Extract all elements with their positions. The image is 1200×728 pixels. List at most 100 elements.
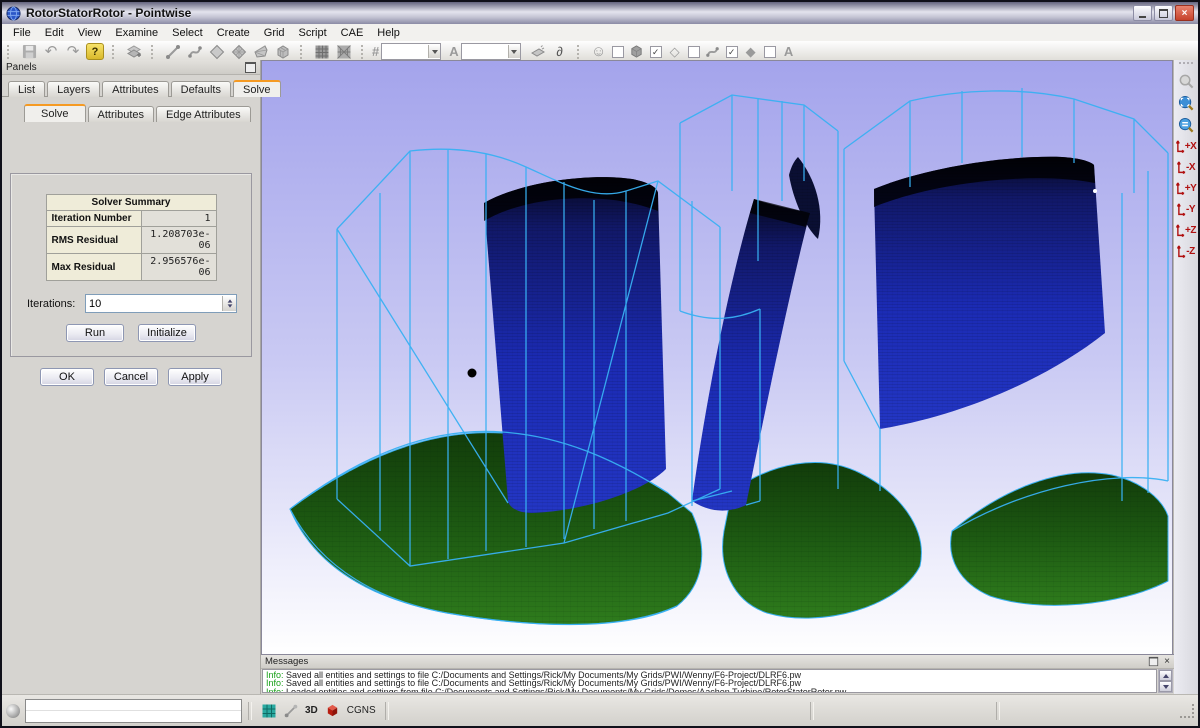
spacing-input[interactable]: [462, 46, 508, 58]
menu-cae[interactable]: CAE: [334, 26, 371, 40]
create-extrude-button[interactable]: [251, 43, 271, 61]
menu-view[interactable]: View: [71, 26, 109, 40]
tab-solve-edge-attributes[interactable]: Edge Attributes: [156, 106, 251, 122]
iterations-combo[interactable]: [85, 294, 237, 313]
tab-attributes[interactable]: Attributes: [102, 81, 168, 97]
iterations-dropdown[interactable]: [222, 296, 236, 311]
run-button[interactable]: Run: [66, 324, 124, 342]
dimension-combo[interactable]: [381, 43, 441, 60]
close-button[interactable]: ×: [1175, 5, 1194, 21]
show-connectors-checkbox[interactable]: [688, 46, 700, 58]
view-minus-z-button[interactable]: -Z: [1175, 242, 1197, 261]
unstructured-grid-button[interactable]: [334, 43, 354, 61]
tab-solve-attributes[interactable]: Attributes: [88, 106, 154, 122]
menu-script[interactable]: Script: [292, 26, 334, 40]
help-button[interactable]: ?: [85, 43, 105, 61]
max-residual-value: 2.956576e-06: [141, 254, 216, 281]
distribute-button[interactable]: [528, 43, 548, 61]
mask-button[interactable]: ☺: [589, 43, 609, 61]
zoom-to-fit-icon: [1178, 95, 1195, 112]
minimize-button[interactable]: [1133, 5, 1152, 21]
toolbar-drag-handle[interactable]: [112, 45, 117, 59]
structured-grid-button[interactable]: [312, 43, 332, 61]
close-panel-icon[interactable]: ×: [1164, 657, 1170, 666]
dimension-mode-label: 3D: [305, 705, 318, 716]
menu-examine[interactable]: Examine: [108, 26, 165, 40]
zoom-button[interactable]: [1176, 71, 1196, 91]
redo-button[interactable]: ↷: [63, 43, 83, 61]
create-block-button[interactable]: [273, 43, 293, 61]
3d-viewport[interactable]: [261, 60, 1173, 657]
check-icon: ✓: [652, 47, 660, 57]
panels-title-bar[interactable]: Panels: [2, 60, 260, 75]
layers-button[interactable]: [124, 43, 144, 61]
messages-scrollbar[interactable]: [1158, 669, 1173, 693]
toolbar-drag-handle[interactable]: [151, 45, 156, 59]
undo-button[interactable]: ↶: [41, 43, 61, 61]
iterations-label: Iterations:: [27, 298, 85, 310]
menu-edit[interactable]: Edit: [38, 26, 71, 40]
tab-solve[interactable]: Solve: [233, 80, 281, 97]
float-panel-icon[interactable]: [1149, 657, 1158, 666]
cancel-button[interactable]: Cancel: [104, 368, 158, 386]
toolbar-drag-handle[interactable]: [577, 45, 582, 59]
blocks-filter-button[interactable]: [627, 43, 647, 61]
menu-grid[interactable]: Grid: [257, 26, 292, 40]
log-line: Info: Loaded entities and settings from …: [266, 688, 1153, 693]
restore-button[interactable]: [1154, 5, 1173, 21]
spacings-filter-button[interactable]: A: [779, 43, 799, 61]
unstructured-grid-icon: [336, 44, 352, 60]
spacing-dropdown[interactable]: [508, 45, 520, 58]
spacing-combo[interactable]: [461, 43, 521, 60]
messages-header[interactable]: Messages ×: [261, 655, 1174, 669]
solver-summary-table: Solver Summary Iteration Number 1 RMS Re…: [46, 194, 217, 281]
menu-create[interactable]: Create: [210, 26, 257, 40]
status-readout-field: [25, 699, 242, 723]
apply-button[interactable]: Apply: [168, 368, 222, 386]
float-panel-icon[interactable]: [245, 62, 256, 73]
menu-file[interactable]: File: [6, 26, 38, 40]
initialize-button[interactable]: Initialize: [138, 324, 196, 342]
dimension-dropdown[interactable]: [428, 45, 440, 58]
dimension-input[interactable]: [382, 46, 428, 58]
view-minus-y-button[interactable]: -Y: [1175, 200, 1197, 219]
show-spacings-checkbox[interactable]: [764, 46, 776, 58]
toolbar-drag-handle[interactable]: [361, 45, 366, 59]
tab-defaults[interactable]: Defaults: [171, 81, 231, 97]
create-domain-button[interactable]: [207, 43, 227, 61]
table-row: Iteration Number 1: [46, 211, 216, 227]
create-meshed-domain-button[interactable]: [229, 43, 249, 61]
tab-list[interactable]: List: [8, 81, 45, 97]
view-plus-z-button[interactable]: +Z: [1175, 221, 1197, 240]
create-curve-button[interactable]: [185, 43, 205, 61]
scroll-up-button[interactable]: [1159, 670, 1172, 681]
title-bar[interactable]: RotorStatorRotor - Pointwise ×: [2, 2, 1198, 25]
create-connector-button[interactable]: [163, 43, 183, 61]
block-icon: [275, 44, 291, 60]
database-filter-button[interactable]: ◆: [741, 43, 761, 61]
view-minus-x-button[interactable]: -X: [1175, 158, 1197, 177]
toolbar-drag-handle[interactable]: [1179, 62, 1193, 67]
ok-button[interactable]: OK: [40, 368, 94, 386]
derivative-button[interactable]: ∂: [550, 43, 570, 61]
view-plus-x-button[interactable]: +X: [1175, 137, 1197, 156]
show-blocks-checkbox[interactable]: [612, 46, 624, 58]
toolbar-drag-handle[interactable]: [7, 45, 12, 59]
view-plus-y-button[interactable]: +Y: [1175, 179, 1197, 198]
scroll-down-button[interactable]: [1159, 681, 1172, 692]
connectors-filter-button[interactable]: [703, 43, 723, 61]
zoom-to-fit-button[interactable]: [1176, 93, 1196, 113]
toolbar-drag-handle[interactable]: [300, 45, 305, 59]
show-domains-checkbox[interactable]: ✓: [650, 46, 662, 58]
tab-solve-solve[interactable]: Solve: [24, 104, 86, 122]
resize-grip[interactable]: [1180, 704, 1194, 718]
show-database-checkbox[interactable]: ✓: [726, 46, 738, 58]
domains-filter-button[interactable]: ◇: [665, 43, 685, 61]
save-button[interactable]: [19, 43, 39, 61]
zoom-actual-button[interactable]: [1176, 115, 1196, 135]
menu-select[interactable]: Select: [165, 26, 210, 40]
menu-help[interactable]: Help: [370, 26, 407, 40]
tab-layers[interactable]: Layers: [47, 81, 100, 97]
iterations-input[interactable]: [86, 298, 222, 310]
3d-scene: [262, 61, 1172, 656]
